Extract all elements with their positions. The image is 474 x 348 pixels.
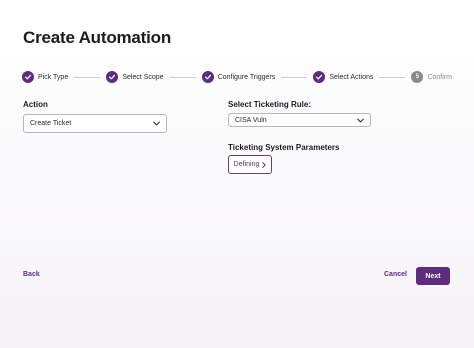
back-button[interactable]: Back	[23, 271, 40, 278]
step-select-actions[interactable]: Select Actions	[313, 71, 373, 83]
cancel-button[interactable]: Cancel	[384, 271, 407, 278]
step-connector	[169, 76, 196, 78]
step-label: Configure Triggers	[217, 73, 276, 81]
action-select[interactable]: Create Ticket	[23, 114, 167, 133]
check-icon	[22, 71, 34, 83]
params-label: Ticketing System Parameters	[228, 143, 340, 152]
chevron-right-icon	[262, 161, 267, 168]
wizard-stepper: Pick Type Select Scope Configure Trigger…	[22, 70, 452, 84]
action-label: Action	[23, 100, 48, 109]
step-configure-triggers[interactable]: Configure Triggers	[201, 71, 276, 83]
step-pick-type[interactable]: Pick Type	[22, 71, 68, 83]
defining-button[interactable]: Defining	[228, 155, 272, 174]
step-connector	[379, 76, 406, 78]
step-label: Select Scope	[122, 73, 164, 81]
step-label: Select Actions	[329, 73, 374, 81]
action-select-value: Create Ticket	[30, 120, 72, 127]
step-label: Pick Type	[38, 73, 69, 81]
step-confirm: 5 Confirm	[411, 71, 452, 83]
chevron-down-icon	[357, 118, 364, 122]
chevron-down-icon	[153, 121, 160, 126]
ticketing-rule-select[interactable]: CISA Vuln	[228, 113, 371, 127]
check-icon	[201, 71, 214, 83]
check-icon	[106, 71, 119, 83]
ticketing-rule-label: Select Ticketing Rule:	[228, 100, 311, 109]
step-connector	[74, 76, 101, 78]
check-icon	[313, 71, 326, 83]
ticketing-rule-select-value: CISA Vuln	[235, 116, 267, 124]
step-select-scope[interactable]: Select Scope	[106, 71, 164, 83]
defining-button-label: Defining	[233, 161, 260, 168]
step-connector	[281, 76, 308, 78]
step-number: 5	[411, 71, 424, 83]
page-title: Create Automation	[23, 28, 172, 47]
next-button[interactable]: Next	[416, 267, 450, 285]
step-label: Confirm	[427, 73, 452, 81]
